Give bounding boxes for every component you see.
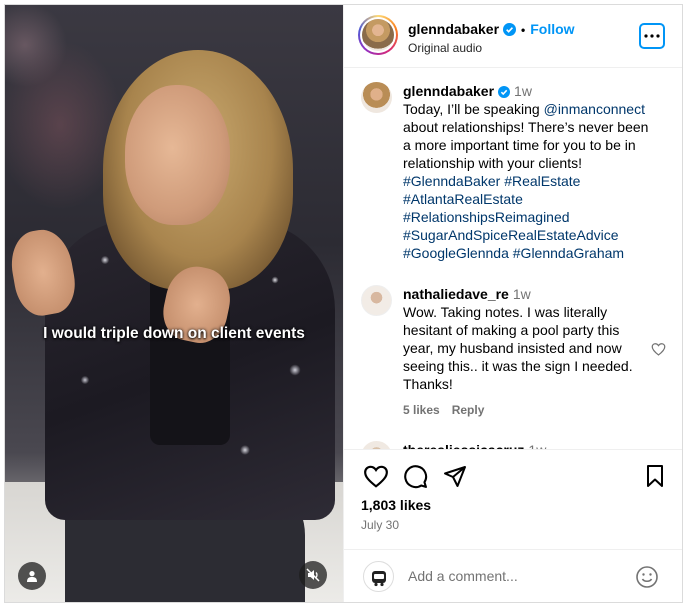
comment-meta: 5 likes Reply: [403, 403, 496, 417]
comment-time[interactable]: 1w: [528, 442, 546, 449]
post-date[interactable]: July 30: [361, 518, 399, 532]
post-modal: I would triple down on client events gle…: [4, 4, 683, 603]
hashtag-link[interactable]: #GoogleGlennda: [403, 245, 509, 261]
comment-username[interactable]: nathaliedave_re: [403, 286, 509, 302]
more-horizontal-icon: [644, 34, 660, 38]
hashtag-link[interactable]: #GlenndaGraham: [513, 245, 624, 261]
add-comment-bar: [344, 549, 682, 602]
follow-button[interactable]: Follow: [530, 21, 574, 37]
audio-link[interactable]: Original audio: [408, 41, 482, 55]
commenter-avatar[interactable]: [361, 82, 392, 113]
post-details-panel: glenndabaker • Follow Original audio glen…: [343, 5, 682, 602]
comment-body: glenndabaker 1w Today, I’ll be speaking …: [403, 82, 653, 262]
author-avatar[interactable]: [358, 15, 398, 55]
save-bookmark-icon[interactable]: [644, 464, 666, 488]
post-actions: 1,803 likes July 30: [344, 449, 682, 549]
comment-time[interactable]: 1w: [514, 83, 532, 99]
hashtag-link[interactable]: #SugarAndSpiceRealEstateAdvice: [403, 227, 619, 243]
user-icon: [27, 571, 37, 582]
more-options-button[interactable]: [639, 23, 665, 49]
reply-button[interactable]: Reply: [452, 403, 485, 417]
author-avatar-image: [362, 19, 394, 51]
speaker-muted-icon: [306, 568, 320, 582]
video-caption-overlay: I would triple down on client events: [43, 325, 305, 342]
current-user-avatar: [363, 561, 394, 592]
comment-text-part: about relationships! There’s never been …: [403, 119, 649, 171]
emoji-picker-icon[interactable]: [635, 565, 659, 589]
comment-time[interactable]: 1w: [513, 286, 531, 302]
mute-button[interactable]: [299, 561, 327, 589]
profile-mascot-icon: [371, 570, 386, 586]
comment-bubble-icon[interactable]: [403, 464, 428, 489]
commenter-avatar[interactable]: [361, 441, 392, 449]
comment-username[interactable]: glenndabaker: [403, 83, 494, 99]
hashtag-link[interactable]: #GlenndaBaker: [403, 173, 500, 189]
commenter-avatar[interactable]: [361, 285, 392, 316]
separator-dot: •: [521, 23, 526, 37]
comment-likes-count[interactable]: 5 likes: [403, 403, 440, 417]
like-heart-icon[interactable]: [363, 464, 389, 488]
hashtag-link[interactable]: #AtlantaRealEstate: [403, 191, 523, 207]
tagged-users-button[interactable]: [18, 562, 46, 590]
hashtag-link[interactable]: #RelationshipsReimagined: [403, 209, 570, 225]
share-paper-plane-icon[interactable]: [443, 464, 467, 488]
like-comment-heart-icon[interactable]: [651, 342, 666, 356]
post-header: glenndabaker • Follow Original audio: [344, 5, 682, 68]
comment-text-part: Today, I’ll be speaking: [403, 101, 544, 117]
comment-username[interactable]: therealjessicacruz: [403, 442, 524, 449]
author-username-row: glenndabaker • Follow: [408, 21, 575, 37]
hashtag-link[interactable]: #RealEstate: [504, 173, 580, 189]
likes-count[interactable]: 1,803 likes: [361, 497, 431, 513]
mention-link[interactable]: @inmanconnect: [544, 101, 645, 117]
comment-body: therealjessicacruz 1w: [403, 441, 653, 449]
comment-text: Wow. Taking notes. I was literally hesit…: [403, 304, 633, 392]
comments-list[interactable]: glenndabaker 1w Today, I’ll be speaking …: [344, 69, 682, 449]
video-figure-face: [125, 85, 230, 225]
verified-badge-icon: [498, 86, 511, 98]
comment-body: nathaliedave_re 1w Wow. Taking notes. I w…: [403, 285, 653, 393]
add-comment-input[interactable]: [408, 566, 628, 586]
author-username[interactable]: glenndabaker: [408, 21, 499, 37]
verified-badge-icon: [503, 23, 517, 36]
reel-video[interactable]: I would triple down on client events: [5, 5, 343, 602]
